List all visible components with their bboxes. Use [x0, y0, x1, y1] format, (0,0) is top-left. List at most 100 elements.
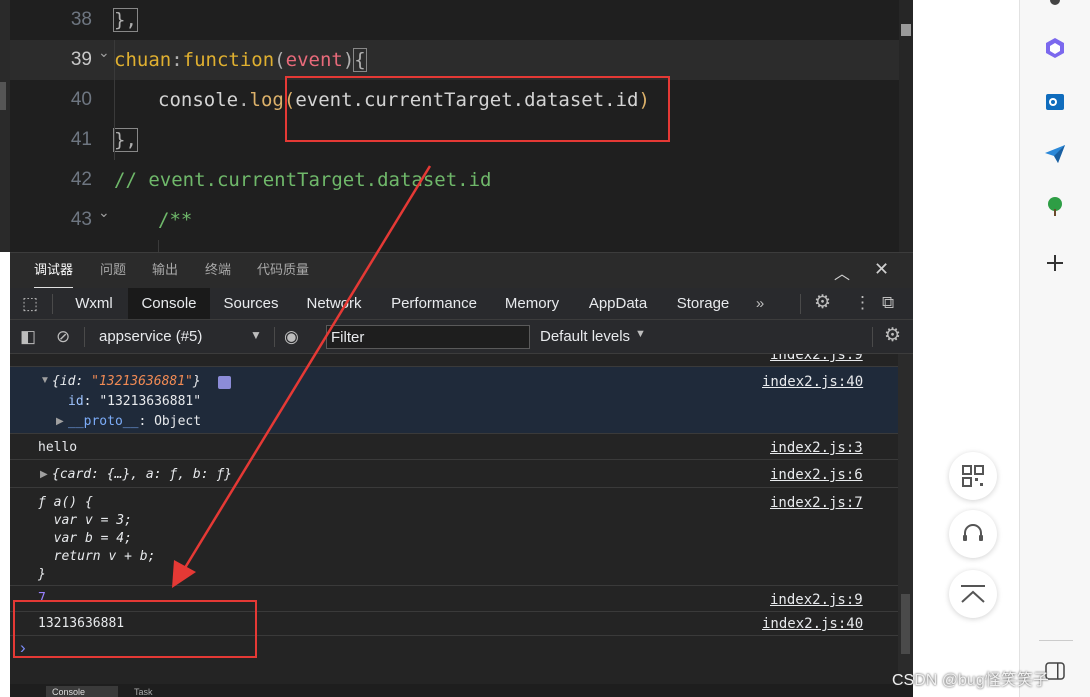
source-link[interactable]: index2.js:6: [770, 466, 863, 484]
code-line-43[interactable]: 43 ⌄ /**: [10, 200, 913, 240]
source-link[interactable]: index2.js:9: [770, 354, 863, 364]
line-number: 38: [70, 9, 92, 30]
tab-debugger[interactable]: 调试器: [34, 253, 74, 289]
headset-icon: [963, 524, 983, 541]
tab-memory[interactable]: Memory: [498, 288, 566, 319]
gear-icon[interactable]: ⚙: [814, 293, 831, 313]
console-scrollbar[interactable]: [898, 354, 913, 684]
code-token: (: [274, 49, 286, 71]
gutter-marker: [0, 82, 6, 110]
line-number: 42: [70, 169, 92, 190]
divider: [84, 327, 85, 347]
tab-storage[interactable]: Storage: [670, 288, 736, 319]
plus-icon[interactable]: [1044, 252, 1066, 274]
code-token: ): [342, 49, 355, 71]
inspect-element-icon[interactable]: ⬚: [22, 294, 38, 314]
eye-icon[interactable]: ◉: [284, 327, 299, 347]
divider: [274, 327, 275, 347]
devtools-toolbar: ⬚ Wxml Console Sources Network Performan…: [10, 288, 913, 320]
log-levels-dropdown[interactable]: Default levels: [540, 328, 630, 345]
indent-guide: [114, 40, 115, 160]
code-line-38[interactable]: 38 },: [10, 0, 913, 40]
tab-terminal[interactable]: 终端: [205, 253, 231, 289]
dock-side-icon[interactable]: ⧉: [882, 293, 894, 313]
tab-wxml[interactable]: Wxml: [62, 288, 126, 319]
log-message[interactable]: {id: "13213636881"}: [52, 373, 201, 391]
qr-code-icon: [962, 465, 984, 487]
code-line-39[interactable]: 39 ⌄ chuan:function(event){: [10, 40, 913, 80]
tree-icon[interactable]: [1044, 195, 1066, 217]
expand-triangle-icon[interactable]: ▶: [40, 469, 48, 480]
drawer-tab-task[interactable]: Task: [134, 687, 153, 697]
chevron-down-icon[interactable]: ▼: [635, 328, 646, 340]
code-token: log: [249, 89, 284, 111]
scrollbar-thumb[interactable]: [901, 594, 910, 654]
divider: [52, 294, 53, 314]
drawer-tab-strip: Console Task: [10, 684, 913, 697]
drawer-tab-console[interactable]: Console: [52, 687, 85, 697]
log-property: __proto__: Object: [68, 413, 201, 431]
code-comment: // event.currentTarget.dataset.id: [114, 169, 492, 191]
gear-icon[interactable]: ⚙: [884, 326, 901, 346]
log-token: : Object: [138, 414, 202, 429]
tab-performance[interactable]: Performance: [384, 288, 484, 319]
source-link[interactable]: index2.js:9: [770, 591, 863, 609]
tab-network[interactable]: Network: [296, 288, 372, 319]
log-message[interactable]: {card: {…}, a: ƒ, b: ƒ}: [52, 466, 232, 484]
source-link[interactable]: index2.js:3: [770, 439, 863, 457]
indent-guide: [158, 240, 159, 252]
log-row: ▼ {id: "13213636881"} id: "13213636881" …: [10, 367, 898, 434]
source-link[interactable]: index2.js:40: [762, 373, 863, 391]
log-token: "13213636881": [99, 394, 202, 409]
source-link[interactable]: index2.js:40: [762, 615, 863, 633]
expand-triangle-icon[interactable]: ▶: [56, 416, 64, 427]
close-icon[interactable]: ✕: [874, 259, 889, 280]
customer-service-button[interactable]: [949, 510, 997, 558]
line-number: 41: [70, 129, 92, 150]
code-comment: /**: [158, 209, 193, 231]
copilot-icon[interactable]: [1044, 37, 1066, 59]
divider: [800, 294, 801, 314]
tab-console[interactable]: Console: [128, 288, 210, 319]
arrow-up-icon: [961, 585, 985, 603]
fold-chevron-icon[interactable]: ⌄: [98, 42, 110, 62]
editor-scrollbar[interactable]: [899, 0, 913, 252]
code-token: :: [171, 49, 183, 71]
scrollbar-thumb[interactable]: [901, 24, 911, 36]
more-tabs-button[interactable]: »: [748, 288, 772, 319]
back-to-top-button[interactable]: [949, 570, 997, 618]
code-text: chuan:function(event){: [114, 40, 367, 80]
code-token: },: [113, 8, 138, 32]
chevron-down-icon[interactable]: ▼: [250, 328, 262, 342]
send-icon[interactable]: [1044, 143, 1066, 165]
panel-tab-bar: 调试器 问题 输出 终端 代码质量 ︿ ✕: [10, 252, 913, 289]
log-property: id: "13213636881": [68, 393, 201, 411]
chevron-up-icon[interactable]: ︿: [834, 260, 850, 284]
clear-console-icon[interactable]: ⊘: [56, 327, 70, 347]
context-selector[interactable]: appservice (#5): [99, 328, 202, 345]
log-message[interactable]: hello: [38, 439, 77, 457]
filter-input[interactable]: [326, 325, 530, 349]
log-message[interactable]: ƒ a() { var v = 3; var b = 4; return v +…: [38, 494, 155, 584]
tab-sources[interactable]: Sources: [214, 288, 288, 319]
code-line-42[interactable]: 42 // event.currentTarget.dataset.id: [10, 160, 913, 200]
qr-code-button[interactable]: [949, 452, 997, 500]
outlook-icon[interactable]: [1044, 91, 1066, 113]
tab-problems[interactable]: 问题: [100, 253, 126, 289]
tab-appdata[interactable]: AppData: [582, 288, 654, 319]
fold-chevron-icon[interactable]: ⌄: [98, 202, 110, 222]
sidebar-toggle-icon[interactable]: ◧: [20, 327, 36, 347]
source-link[interactable]: index2.js:7: [770, 494, 863, 512]
code-token: },: [113, 128, 138, 152]
watermark: CSDN @bug怪笑笑子: [892, 672, 1049, 689]
chess-pawn-icon[interactable]: [1044, 0, 1066, 14]
tab-code-quality[interactable]: 代码质量: [257, 253, 309, 289]
kebab-menu-icon[interactable]: ⋮: [854, 293, 871, 313]
code-token: {: [353, 48, 367, 72]
expand-triangle-icon[interactable]: ▼: [40, 375, 50, 386]
log-token: __proto__: [68, 414, 139, 429]
info-icon[interactable]: [218, 376, 231, 389]
code-token: function: [182, 49, 275, 71]
tab-output[interactable]: 输出: [152, 253, 178, 289]
log-row: hello index2.js:3: [10, 434, 898, 460]
